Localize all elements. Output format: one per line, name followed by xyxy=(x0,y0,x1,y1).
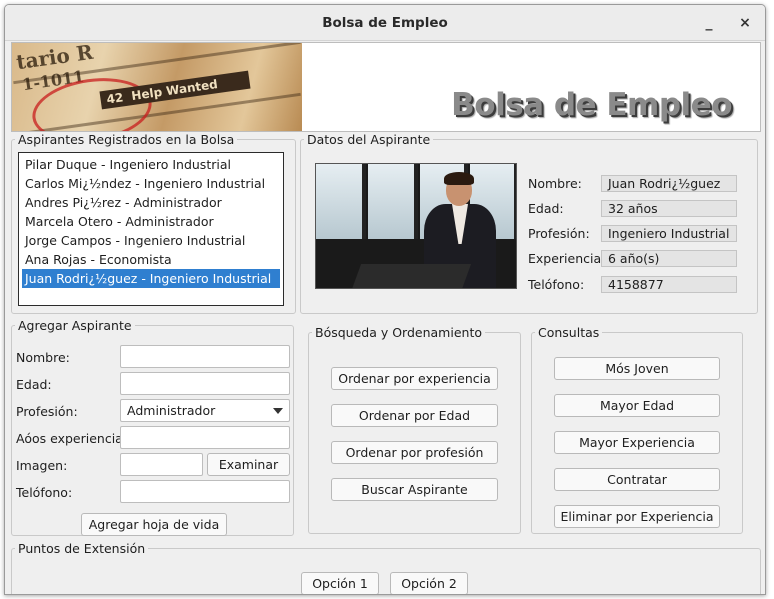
profesion-select-value: Administrador xyxy=(127,403,216,418)
agregar-experiencia-label: Aóos experiencia: xyxy=(16,431,128,446)
extension-legend: Puntos de Extensión xyxy=(18,541,146,556)
edad-input[interactable] xyxy=(120,372,290,395)
edad-label: Edad: xyxy=(528,201,564,216)
list-item[interactable]: Ana Rojas - Economista xyxy=(22,250,280,269)
ordenar-edad-button[interactable]: Ordenar por Edad xyxy=(331,404,498,427)
agregar-telefono-label: Telófono: xyxy=(16,485,73,500)
close-button[interactable]: × xyxy=(735,13,755,33)
busqueda-legend: Bósqueda y Ordenamiento xyxy=(315,325,482,340)
ordenar-profesion-button[interactable]: Ordenar por profesión xyxy=(331,441,498,464)
title-bar: Bolsa de Empleo _ × xyxy=(5,5,765,41)
list-item-selected[interactable]: Juan Rodri¿½guez - Ingeniero Industrial xyxy=(22,269,280,288)
imagen-input[interactable] xyxy=(120,453,203,476)
opcion-1-button[interactable]: Opción 1 xyxy=(301,572,379,594)
registrados-group: Aspirantes Registrados en la Bolsa Pilar… xyxy=(11,132,296,314)
list-item[interactable]: Marcela Otero - Administrador xyxy=(22,212,280,231)
aspirante-photo xyxy=(315,163,517,289)
ordenar-experiencia-button[interactable]: Ordenar por experiencia xyxy=(331,367,498,390)
newspaper-image: tario R 1-1011 42 Help Wanted xyxy=(12,43,302,131)
profesion-value: Ingeniero Industrial xyxy=(601,225,737,242)
telefono-input[interactable] xyxy=(120,480,290,503)
telefono-value: 4158877 xyxy=(601,276,737,293)
agregar-nombre-label: Nombre: xyxy=(16,350,70,365)
agregar-group: Agregar Aspirante Nombre: Edad: Profesió… xyxy=(11,318,294,536)
opcion-2-button[interactable]: Opción 2 xyxy=(390,572,468,594)
agregar-hoja-button[interactable]: Agregar hoja de vida xyxy=(81,513,227,536)
list-item[interactable]: Jorge Campos - Ingeniero Industrial xyxy=(22,231,280,250)
buscar-aspirante-button[interactable]: Buscar Aspirante xyxy=(331,478,498,501)
banner: tario R 1-1011 42 Help Wanted Bolsa de E… xyxy=(11,42,761,132)
experiencia-input[interactable] xyxy=(120,426,290,449)
main-window: Bolsa de Empleo _ × tario R 1-1011 42 He… xyxy=(4,4,766,595)
experiencia-value: 6 año(s) xyxy=(601,250,737,267)
contratar-button[interactable]: Contratar xyxy=(554,468,720,491)
profesion-label: Profesión: xyxy=(528,226,590,241)
list-item[interactable]: Andres Pi¿½rez - Administrador xyxy=(22,193,280,212)
mas-joven-button[interactable]: Mós Joven xyxy=(554,357,720,380)
agregar-legend: Agregar Aspirante xyxy=(18,318,132,333)
edad-value: 32 años xyxy=(601,200,737,217)
extension-group: Puntos de Extensión Opción 1 Opción 2 xyxy=(11,541,761,594)
eliminar-experiencia-button[interactable]: Eliminar por Experiencia xyxy=(554,505,720,528)
chevron-down-icon xyxy=(273,408,283,414)
list-item[interactable]: Pilar Duque - Ingeniero Industrial xyxy=(22,155,280,174)
nombre-value: Juan Rodri¿½guez xyxy=(601,175,737,192)
agregar-edad-label: Edad: xyxy=(16,377,52,392)
registrados-legend: Aspirantes Registrados en la Bolsa xyxy=(18,132,235,147)
window-title: Bolsa de Empleo xyxy=(322,15,448,31)
banner-title: Bolsa de Empleo xyxy=(451,87,732,123)
mayor-experiencia-button[interactable]: Mayor Experiencia xyxy=(554,431,720,454)
datos-group: Datos del Aspirante Nombre: Edad: Profes… xyxy=(300,132,758,314)
nombre-label: Nombre: xyxy=(528,176,582,191)
consultas-group: Consultas Mós Joven Mayor Edad Mayor Exp… xyxy=(531,325,743,534)
nombre-input[interactable] xyxy=(120,345,290,368)
busqueda-group: Bósqueda y Ordenamiento Ordenar por expe… xyxy=(308,325,521,534)
list-item[interactable]: Carlos Mi¿½ndez - Ingeniero Industrial xyxy=(22,174,280,193)
telefono-label: Telófono: xyxy=(528,277,585,292)
experiencia-label: Experiencia: xyxy=(528,251,606,266)
datos-legend: Datos del Aspirante xyxy=(307,132,431,147)
mayor-edad-button[interactable]: Mayor Edad xyxy=(554,394,720,417)
agregar-profesion-label: Profesión: xyxy=(16,404,78,419)
profesion-select[interactable]: Administrador xyxy=(120,399,290,422)
minimize-button[interactable]: _ xyxy=(699,13,719,33)
agregar-imagen-label: Imagen: xyxy=(16,458,68,473)
consultas-legend: Consultas xyxy=(538,325,600,340)
examinar-button[interactable]: Examinar xyxy=(207,453,290,476)
aspirantes-list[interactable]: Pilar Duque - Ingeniero Industrial Carlo… xyxy=(18,152,284,306)
